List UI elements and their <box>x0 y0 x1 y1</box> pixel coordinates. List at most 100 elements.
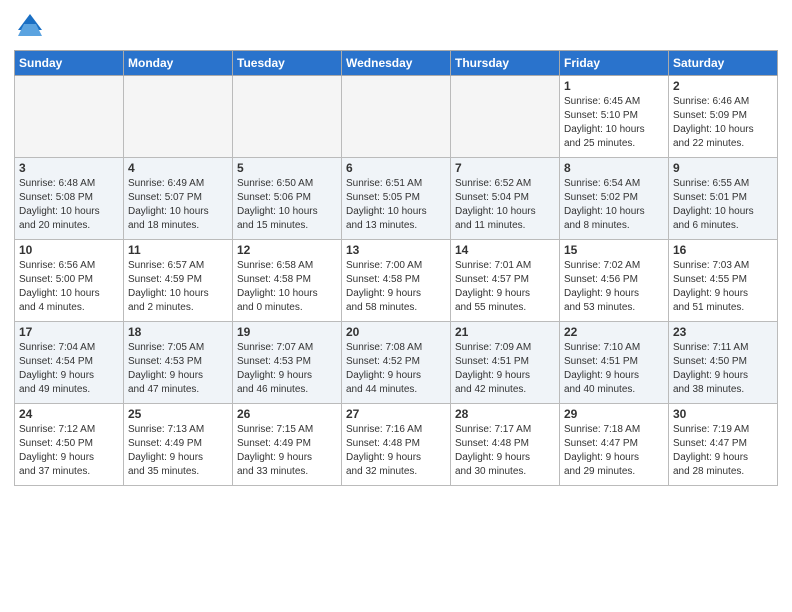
day-number: 24 <box>19 407 119 421</box>
calendar-day-cell <box>451 76 560 158</box>
day-number: 28 <box>455 407 555 421</box>
calendar-day-cell: 11 Sunrise: 6:57 AM Sunset: 4:59 PM Dayli… <box>124 240 233 322</box>
calendar-day-cell: 23Sunrise: 7:11 AM Sunset: 4:50 PM Dayli… <box>669 322 778 404</box>
day-number: 30 <box>673 407 773 421</box>
page: SundayMondayTuesdayWednesdayThursdayFrid… <box>0 0 792 500</box>
calendar-day-cell: 17Sunrise: 7:04 AM Sunset: 4:54 PM Dayli… <box>15 322 124 404</box>
calendar-week-row: 1 Sunrise: 6:45 AM Sunset: 5:10 PM Daylig… <box>15 76 778 158</box>
day-number: 22 <box>564 325 664 339</box>
day-detail: Sunrise: 6:55 AM Sunset: 5:01 PM Dayligh… <box>673 177 773 233</box>
calendar-day-cell: 25 Sunrise: 7:13 AM Sunset: 4:49 PM Dayli… <box>124 404 233 486</box>
day-detail: Sunrise: 6:54 AM Sunset: 5:02 PM Dayligh… <box>564 177 664 233</box>
day-detail: Sunrise: 6:52 AM Sunset: 5:04 PM Dayligh… <box>455 177 555 233</box>
calendar-day-cell: 14 Sunrise: 7:01 AM Sunset: 4:57 PM Dayli… <box>451 240 560 322</box>
day-number: 7 <box>455 161 555 175</box>
calendar-day-cell: 6 Sunrise: 6:51 AM Sunset: 5:05 PM Daylig… <box>342 158 451 240</box>
day-number: 21 <box>455 325 555 339</box>
day-detail: Sunrise: 7:15 AM Sunset: 4:49 PM Dayligh… <box>237 423 337 479</box>
calendar-day-cell: 30 Sunrise: 7:19 AM Sunset: 4:47 PM Dayli… <box>669 404 778 486</box>
calendar-day-cell: 21Sunrise: 7:09 AM Sunset: 4:51 PM Dayli… <box>451 322 560 404</box>
calendar-week-row: 3 Sunrise: 6:48 AM Sunset: 5:08 PM Daylig… <box>15 158 778 240</box>
calendar-day-cell: 24 Sunrise: 7:12 AM Sunset: 4:50 PM Dayli… <box>15 404 124 486</box>
day-number: 4 <box>128 161 228 175</box>
calendar-day-cell: 8Sunrise: 6:54 AM Sunset: 5:02 PM Daylig… <box>560 158 669 240</box>
day-number: 3 <box>19 161 119 175</box>
day-number: 18 <box>128 325 228 339</box>
day-detail: Sunrise: 7:07 AM Sunset: 4:53 PM Dayligh… <box>237 341 337 397</box>
day-detail: Sunrise: 7:18 AM Sunset: 4:47 PM Dayligh… <box>564 423 664 479</box>
logo-icon <box>14 10 46 42</box>
day-number: 25 <box>128 407 228 421</box>
calendar-day-cell: 29 Sunrise: 7:18 AM Sunset: 4:47 PM Dayli… <box>560 404 669 486</box>
day-detail: Sunrise: 6:49 AM Sunset: 5:07 PM Dayligh… <box>128 177 228 233</box>
calendar-week-row: 24 Sunrise: 7:12 AM Sunset: 4:50 PM Dayli… <box>15 404 778 486</box>
day-detail: Sunrise: 6:56 AM Sunset: 5:00 PM Dayligh… <box>19 259 119 315</box>
calendar-day-cell: 26 Sunrise: 7:15 AM Sunset: 4:49 PM Dayli… <box>233 404 342 486</box>
calendar-day-cell <box>233 76 342 158</box>
day-number: 19 <box>237 325 337 339</box>
calendar-day-cell: 2 Sunrise: 6:46 AM Sunset: 5:09 PM Daylig… <box>669 76 778 158</box>
day-number: 13 <box>346 243 446 257</box>
day-detail: Sunrise: 6:48 AM Sunset: 5:08 PM Dayligh… <box>19 177 119 233</box>
calendar-day-cell: 18Sunrise: 7:05 AM Sunset: 4:53 PM Dayli… <box>124 322 233 404</box>
calendar-day-cell <box>124 76 233 158</box>
calendar-week-row: 17Sunrise: 7:04 AM Sunset: 4:54 PM Dayli… <box>15 322 778 404</box>
weekday-header-row: SundayMondayTuesdayWednesdayThursdayFrid… <box>15 51 778 76</box>
day-detail: Sunrise: 6:57 AM Sunset: 4:59 PM Dayligh… <box>128 259 228 315</box>
calendar-day-cell: 27 Sunrise: 7:16 AM Sunset: 4:48 PM Dayli… <box>342 404 451 486</box>
weekday-header-friday: Friday <box>560 51 669 76</box>
day-number: 11 <box>128 243 228 257</box>
calendar-table: SundayMondayTuesdayWednesdayThursdayFrid… <box>14 50 778 486</box>
day-number: 5 <box>237 161 337 175</box>
calendar-day-cell: 9 Sunrise: 6:55 AM Sunset: 5:01 PM Daylig… <box>669 158 778 240</box>
day-number: 29 <box>564 407 664 421</box>
day-detail: Sunrise: 7:00 AM Sunset: 4:58 PM Dayligh… <box>346 259 446 315</box>
day-detail: Sunrise: 6:46 AM Sunset: 5:09 PM Dayligh… <box>673 95 773 151</box>
day-detail: Sunrise: 6:50 AM Sunset: 5:06 PM Dayligh… <box>237 177 337 233</box>
day-detail: Sunrise: 7:12 AM Sunset: 4:50 PM Dayligh… <box>19 423 119 479</box>
weekday-header-sunday: Sunday <box>15 51 124 76</box>
calendar-day-cell: 15 Sunrise: 7:02 AM Sunset: 4:56 PM Dayli… <box>560 240 669 322</box>
day-number: 26 <box>237 407 337 421</box>
calendar-day-cell: 19 Sunrise: 7:07 AM Sunset: 4:53 PM Dayli… <box>233 322 342 404</box>
calendar-day-cell: 3 Sunrise: 6:48 AM Sunset: 5:08 PM Daylig… <box>15 158 124 240</box>
day-number: 20 <box>346 325 446 339</box>
day-detail: Sunrise: 7:19 AM Sunset: 4:47 PM Dayligh… <box>673 423 773 479</box>
header <box>14 10 778 42</box>
day-detail: Sunrise: 7:01 AM Sunset: 4:57 PM Dayligh… <box>455 259 555 315</box>
day-detail: Sunrise: 7:02 AM Sunset: 4:56 PM Dayligh… <box>564 259 664 315</box>
day-detail: Sunrise: 6:58 AM Sunset: 4:58 PM Dayligh… <box>237 259 337 315</box>
weekday-header-thursday: Thursday <box>451 51 560 76</box>
calendar-day-cell: 5 Sunrise: 6:50 AM Sunset: 5:06 PM Daylig… <box>233 158 342 240</box>
calendar-day-cell: 22 Sunrise: 7:10 AM Sunset: 4:51 PM Dayli… <box>560 322 669 404</box>
day-detail: Sunrise: 7:13 AM Sunset: 4:49 PM Dayligh… <box>128 423 228 479</box>
day-number: 10 <box>19 243 119 257</box>
calendar-day-cell: 16 Sunrise: 7:03 AM Sunset: 4:55 PM Dayli… <box>669 240 778 322</box>
day-number: 2 <box>673 79 773 93</box>
day-number: 14 <box>455 243 555 257</box>
day-number: 15 <box>564 243 664 257</box>
day-number: 1 <box>564 79 664 93</box>
weekday-header-monday: Monday <box>124 51 233 76</box>
day-number: 6 <box>346 161 446 175</box>
weekday-header-wednesday: Wednesday <box>342 51 451 76</box>
calendar-day-cell: 7 Sunrise: 6:52 AM Sunset: 5:04 PM Daylig… <box>451 158 560 240</box>
day-number: 16 <box>673 243 773 257</box>
day-number: 12 <box>237 243 337 257</box>
calendar-day-cell: 28Sunrise: 7:17 AM Sunset: 4:48 PM Dayli… <box>451 404 560 486</box>
day-detail: Sunrise: 7:10 AM Sunset: 4:51 PM Dayligh… <box>564 341 664 397</box>
day-detail: Sunrise: 7:08 AM Sunset: 4:52 PM Dayligh… <box>346 341 446 397</box>
day-detail: Sunrise: 7:16 AM Sunset: 4:48 PM Dayligh… <box>346 423 446 479</box>
day-number: 27 <box>346 407 446 421</box>
day-detail: Sunrise: 6:45 AM Sunset: 5:10 PM Dayligh… <box>564 95 664 151</box>
calendar-day-cell: 20 Sunrise: 7:08 AM Sunset: 4:52 PM Dayli… <box>342 322 451 404</box>
calendar-day-cell: 1 Sunrise: 6:45 AM Sunset: 5:10 PM Daylig… <box>560 76 669 158</box>
day-detail: Sunrise: 7:11 AM Sunset: 4:50 PM Dayligh… <box>673 341 773 397</box>
calendar-day-cell: 4 Sunrise: 6:49 AM Sunset: 5:07 PM Daylig… <box>124 158 233 240</box>
day-number: 17 <box>19 325 119 339</box>
calendar-day-cell <box>342 76 451 158</box>
calendar-day-cell: 10 Sunrise: 6:56 AM Sunset: 5:00 PM Dayli… <box>15 240 124 322</box>
day-detail: Sunrise: 6:51 AM Sunset: 5:05 PM Dayligh… <box>346 177 446 233</box>
day-detail: Sunrise: 7:03 AM Sunset: 4:55 PM Dayligh… <box>673 259 773 315</box>
day-number: 9 <box>673 161 773 175</box>
